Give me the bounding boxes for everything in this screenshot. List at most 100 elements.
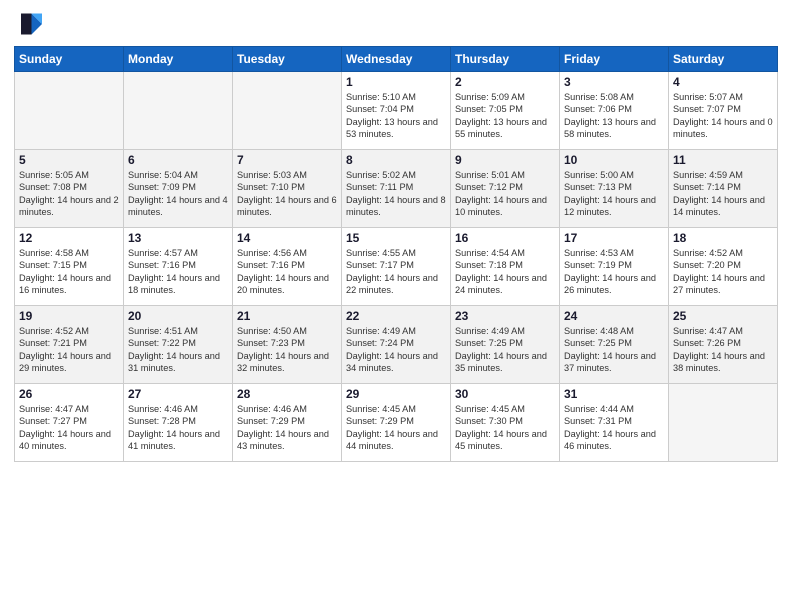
day-number: 8: [346, 153, 446, 167]
day-info: Sunrise: 4:56 AM Sunset: 7:16 PM Dayligh…: [237, 247, 337, 297]
calendar-table: SundayMondayTuesdayWednesdayThursdayFrid…: [14, 46, 778, 462]
day-number: 27: [128, 387, 228, 401]
day-number: 15: [346, 231, 446, 245]
day-info: Sunrise: 4:50 AM Sunset: 7:23 PM Dayligh…: [237, 325, 337, 375]
day-info: Sunrise: 5:05 AM Sunset: 7:08 PM Dayligh…: [19, 169, 119, 219]
day-number: 9: [455, 153, 555, 167]
day-info: Sunrise: 4:51 AM Sunset: 7:22 PM Dayligh…: [128, 325, 228, 375]
day-number: 26: [19, 387, 119, 401]
day-number: 4: [673, 75, 773, 89]
week-row-3: 12 Sunrise: 4:58 AM Sunset: 7:15 PM Dayli…: [15, 228, 778, 306]
day-number: 24: [564, 309, 664, 323]
day-info: Sunrise: 5:02 AM Sunset: 7:11 PM Dayligh…: [346, 169, 446, 219]
logo-icon: [14, 10, 42, 38]
week-row-5: 26 Sunrise: 4:47 AM Sunset: 7:27 PM Dayli…: [15, 384, 778, 462]
day-info: Sunrise: 5:01 AM Sunset: 7:12 PM Dayligh…: [455, 169, 555, 219]
day-number: 23: [455, 309, 555, 323]
day-info: Sunrise: 4:59 AM Sunset: 7:14 PM Dayligh…: [673, 169, 773, 219]
calendar-cell: 24 Sunrise: 4:48 AM Sunset: 7:25 PM Dayli…: [560, 306, 669, 384]
day-info: Sunrise: 4:52 AM Sunset: 7:20 PM Dayligh…: [673, 247, 773, 297]
day-info: Sunrise: 5:08 AM Sunset: 7:06 PM Dayligh…: [564, 91, 664, 141]
calendar-cell: 21 Sunrise: 4:50 AM Sunset: 7:23 PM Dayli…: [233, 306, 342, 384]
calendar-cell: 17 Sunrise: 4:53 AM Sunset: 7:19 PM Dayli…: [560, 228, 669, 306]
week-row-2: 5 Sunrise: 5:05 AM Sunset: 7:08 PM Daylig…: [15, 150, 778, 228]
day-number: 22: [346, 309, 446, 323]
weekday-header-tuesday: Tuesday: [233, 47, 342, 72]
calendar-cell: 12 Sunrise: 4:58 AM Sunset: 7:15 PM Dayli…: [15, 228, 124, 306]
calendar-cell: 9 Sunrise: 5:01 AM Sunset: 7:12 PM Daylig…: [451, 150, 560, 228]
day-number: 16: [455, 231, 555, 245]
page: SundayMondayTuesdayWednesdayThursdayFrid…: [0, 0, 792, 612]
day-info: Sunrise: 4:44 AM Sunset: 7:31 PM Dayligh…: [564, 403, 664, 453]
day-info: Sunrise: 5:03 AM Sunset: 7:10 PM Dayligh…: [237, 169, 337, 219]
calendar-cell: 4 Sunrise: 5:07 AM Sunset: 7:07 PM Daylig…: [669, 72, 778, 150]
day-info: Sunrise: 4:47 AM Sunset: 7:27 PM Dayligh…: [19, 403, 119, 453]
day-number: 2: [455, 75, 555, 89]
weekday-header-row: SundayMondayTuesdayWednesdayThursdayFrid…: [15, 47, 778, 72]
day-info: Sunrise: 4:45 AM Sunset: 7:29 PM Dayligh…: [346, 403, 446, 453]
day-number: 30: [455, 387, 555, 401]
day-number: 7: [237, 153, 337, 167]
logo: [14, 10, 46, 38]
day-info: Sunrise: 4:55 AM Sunset: 7:17 PM Dayligh…: [346, 247, 446, 297]
day-number: 1: [346, 75, 446, 89]
calendar-cell: 3 Sunrise: 5:08 AM Sunset: 7:06 PM Daylig…: [560, 72, 669, 150]
calendar-cell: 19 Sunrise: 4:52 AM Sunset: 7:21 PM Dayli…: [15, 306, 124, 384]
day-number: 18: [673, 231, 773, 245]
calendar-cell: 11 Sunrise: 4:59 AM Sunset: 7:14 PM Dayli…: [669, 150, 778, 228]
day-number: 17: [564, 231, 664, 245]
day-number: 6: [128, 153, 228, 167]
day-number: 13: [128, 231, 228, 245]
day-number: 11: [673, 153, 773, 167]
calendar-cell: 27 Sunrise: 4:46 AM Sunset: 7:28 PM Dayli…: [124, 384, 233, 462]
calendar-cell: 7 Sunrise: 5:03 AM Sunset: 7:10 PM Daylig…: [233, 150, 342, 228]
calendar-cell: 31 Sunrise: 4:44 AM Sunset: 7:31 PM Dayli…: [560, 384, 669, 462]
day-info: Sunrise: 4:52 AM Sunset: 7:21 PM Dayligh…: [19, 325, 119, 375]
calendar-cell: 25Sunrise: 4:47 AM Sunset: 7:26 PM Dayli…: [669, 306, 778, 384]
calendar-cell: 28Sunrise: 4:46 AM Sunset: 7:29 PM Dayli…: [233, 384, 342, 462]
day-info: Sunrise: 4:57 AM Sunset: 7:16 PM Dayligh…: [128, 247, 228, 297]
week-row-1: 1 Sunrise: 5:10 AM Sunset: 7:04 PM Daylig…: [15, 72, 778, 150]
calendar-cell: 5 Sunrise: 5:05 AM Sunset: 7:08 PM Daylig…: [15, 150, 124, 228]
day-number: 21: [237, 309, 337, 323]
day-info: Sunrise: 5:10 AM Sunset: 7:04 PM Dayligh…: [346, 91, 446, 141]
day-info: Sunrise: 4:58 AM Sunset: 7:15 PM Dayligh…: [19, 247, 119, 297]
day-info: Sunrise: 4:46 AM Sunset: 7:28 PM Dayligh…: [128, 403, 228, 453]
day-info: Sunrise: 5:09 AM Sunset: 7:05 PM Dayligh…: [455, 91, 555, 141]
calendar-cell: [233, 72, 342, 150]
calendar-cell: 1 Sunrise: 5:10 AM Sunset: 7:04 PM Daylig…: [342, 72, 451, 150]
day-info: Sunrise: 4:49 AM Sunset: 7:25 PM Dayligh…: [455, 325, 555, 375]
calendar-cell: 20 Sunrise: 4:51 AM Sunset: 7:22 PM Dayli…: [124, 306, 233, 384]
calendar-cell: 15 Sunrise: 4:55 AM Sunset: 7:17 PM Dayli…: [342, 228, 451, 306]
calendar-cell: [15, 72, 124, 150]
day-number: 3: [564, 75, 664, 89]
day-number: 5: [19, 153, 119, 167]
day-info: Sunrise: 4:54 AM Sunset: 7:18 PM Dayligh…: [455, 247, 555, 297]
day-number: 10: [564, 153, 664, 167]
weekday-header-wednesday: Wednesday: [342, 47, 451, 72]
calendar-cell: 26 Sunrise: 4:47 AM Sunset: 7:27 PM Dayli…: [15, 384, 124, 462]
weekday-header-sunday: Sunday: [15, 47, 124, 72]
calendar-cell: [669, 384, 778, 462]
calendar-cell: 6Sunrise: 5:04 AM Sunset: 7:09 PM Daylig…: [124, 150, 233, 228]
day-number: 19: [19, 309, 119, 323]
weekday-header-monday: Monday: [124, 47, 233, 72]
calendar-cell: 16 Sunrise: 4:54 AM Sunset: 7:18 PM Dayli…: [451, 228, 560, 306]
day-number: 29: [346, 387, 446, 401]
weekday-header-saturday: Saturday: [669, 47, 778, 72]
day-info: Sunrise: 4:48 AM Sunset: 7:25 PM Dayligh…: [564, 325, 664, 375]
calendar-cell: 22 Sunrise: 4:49 AM Sunset: 7:24 PM Dayli…: [342, 306, 451, 384]
day-info: Sunrise: 5:07 AM Sunset: 7:07 PM Dayligh…: [673, 91, 773, 141]
weekday-header-friday: Friday: [560, 47, 669, 72]
day-number: 12: [19, 231, 119, 245]
calendar-cell: 29 Sunrise: 4:45 AM Sunset: 7:29 PM Dayli…: [342, 384, 451, 462]
week-row-4: 19 Sunrise: 4:52 AM Sunset: 7:21 PM Dayli…: [15, 306, 778, 384]
calendar-cell: 18 Sunrise: 4:52 AM Sunset: 7:20 PM Dayli…: [669, 228, 778, 306]
day-info: Sunrise: 4:49 AM Sunset: 7:24 PM Dayligh…: [346, 325, 446, 375]
day-number: 20: [128, 309, 228, 323]
day-info: Sunrise: 4:47 AM Sunset: 7:26 PM Dayligh…: [673, 325, 773, 375]
calendar-cell: 30Sunrise: 4:45 AM Sunset: 7:30 PM Dayli…: [451, 384, 560, 462]
day-info: Sunrise: 4:53 AM Sunset: 7:19 PM Dayligh…: [564, 247, 664, 297]
calendar-cell: 23 Sunrise: 4:49 AM Sunset: 7:25 PM Dayli…: [451, 306, 560, 384]
day-number: 31: [564, 387, 664, 401]
